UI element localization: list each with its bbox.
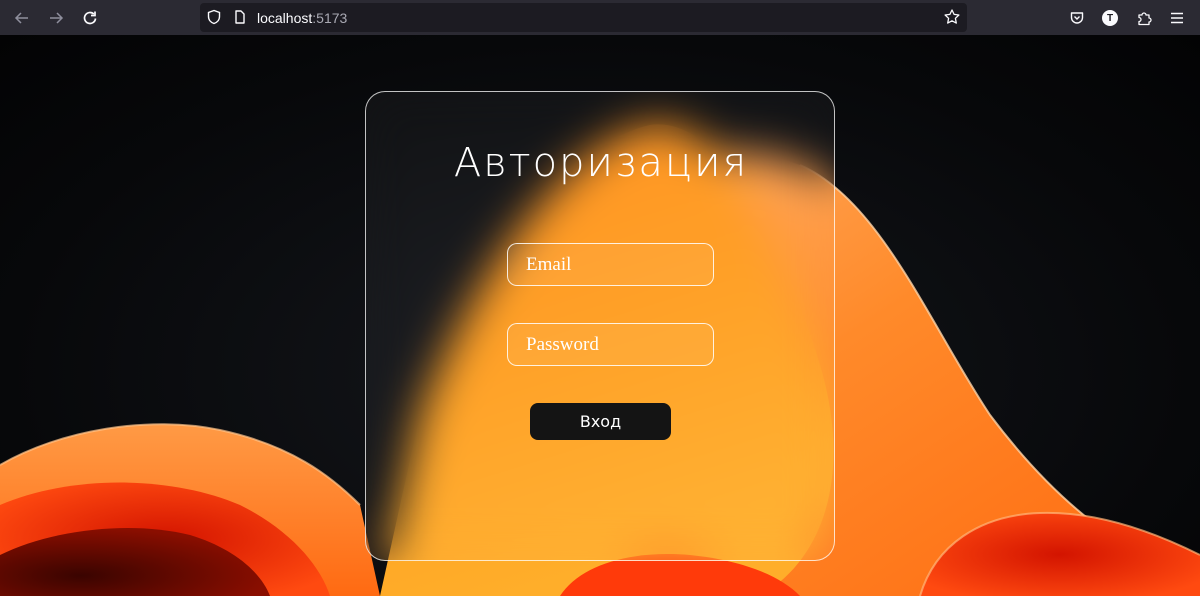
pocket-button[interactable] — [1065, 6, 1089, 30]
address-bar[interactable]: localhost:5173 — [200, 3, 967, 32]
extensions-button[interactable] — [1132, 6, 1156, 30]
forward-button[interactable] — [44, 6, 68, 30]
password-input[interactable] — [508, 324, 713, 365]
pocket-icon — [1070, 12, 1084, 24]
account-avatar: T — [1102, 10, 1118, 26]
page-viewport: Авторизация Вход — [0, 35, 1200, 596]
tracking-protection-shield-icon[interactable] — [206, 9, 222, 25]
bookmark-star-icon[interactable] — [943, 8, 961, 26]
login-card: Авторизация Вход — [365, 91, 835, 561]
login-button[interactable]: Вход — [530, 403, 671, 440]
forward-arrow-icon — [50, 12, 64, 24]
url-host: localhost — [257, 10, 313, 26]
browser-toolbar: localhost:5173 T — [0, 0, 1200, 35]
app-menu-button[interactable] — [1165, 6, 1189, 30]
reload-button[interactable] — [78, 6, 102, 30]
page-title: Авторизация — [453, 140, 749, 186]
reload-icon — [83, 11, 97, 25]
url-text[interactable]: localhost:5173 — [257, 10, 347, 26]
hamburger-menu-icon — [1171, 12, 1183, 24]
page-info-icon[interactable] — [232, 9, 248, 25]
back-arrow-icon — [14, 12, 28, 24]
url-port: :5173 — [312, 10, 348, 26]
email-input[interactable] — [508, 244, 713, 285]
password-field-wrapper — [507, 323, 714, 366]
email-field-wrapper — [507, 243, 714, 286]
extensions-puzzle-icon — [1138, 12, 1152, 26]
account-button[interactable]: T — [1098, 6, 1122, 30]
back-button[interactable] — [10, 6, 34, 30]
